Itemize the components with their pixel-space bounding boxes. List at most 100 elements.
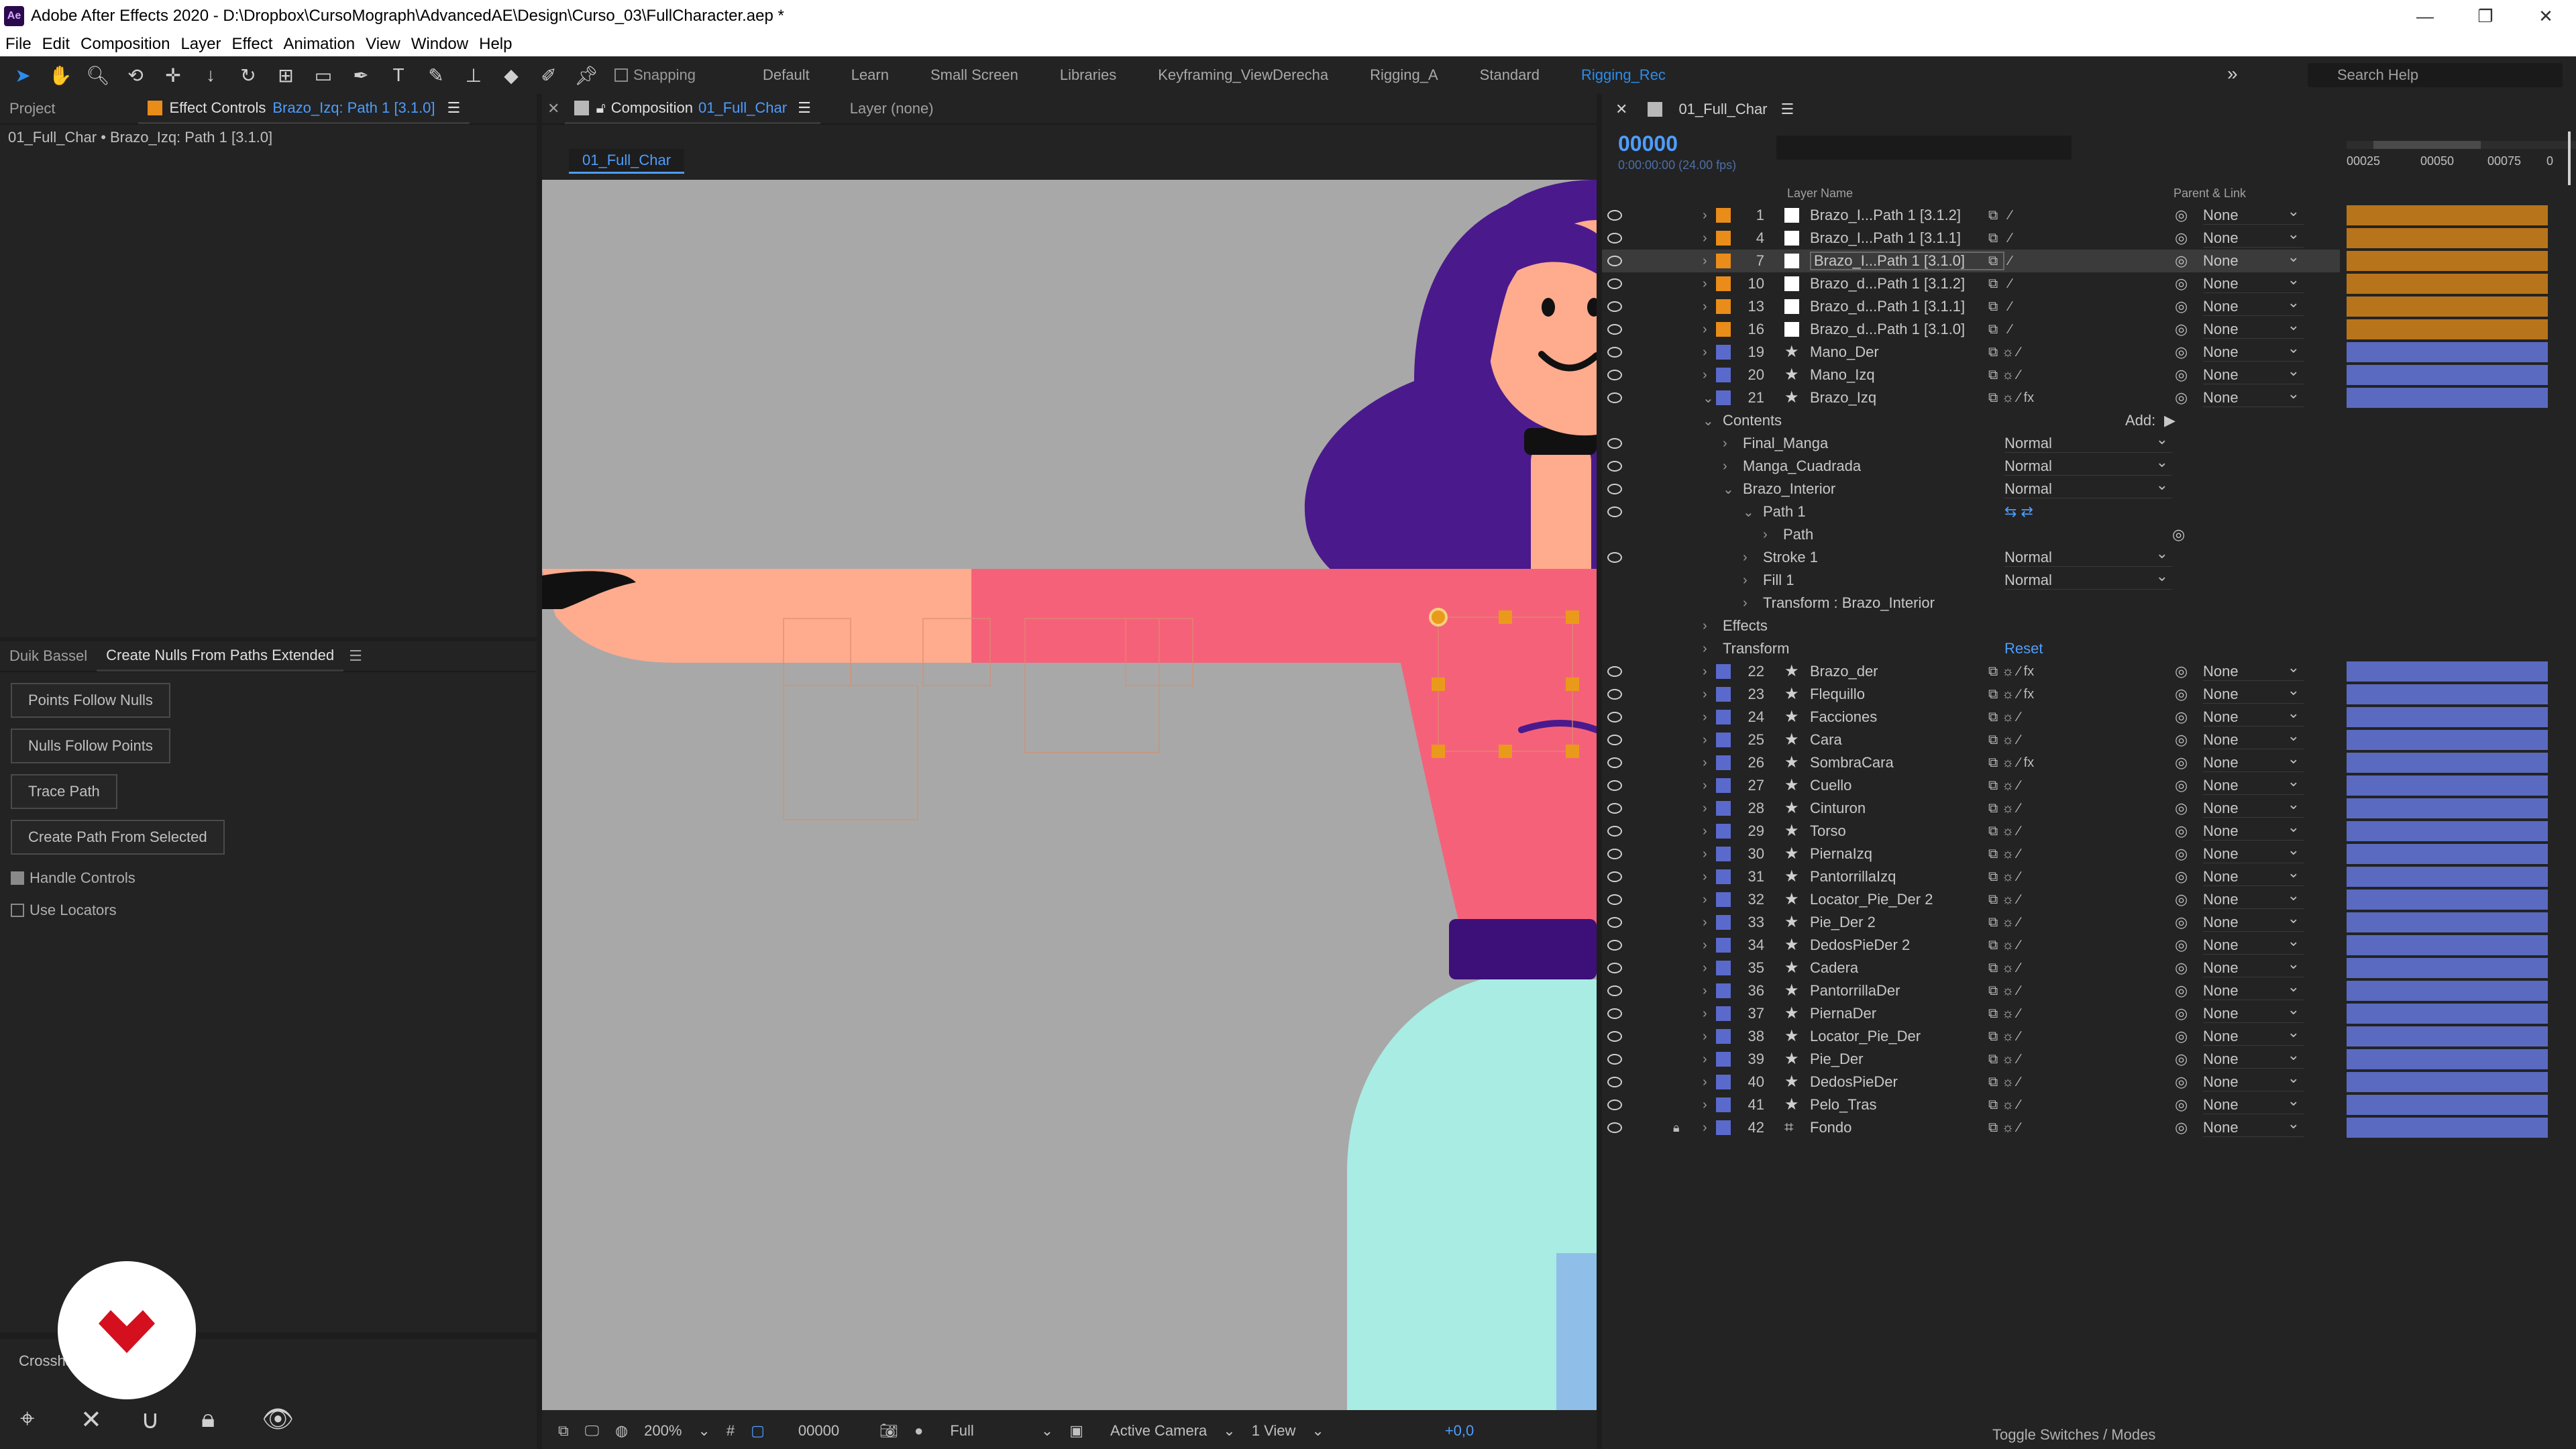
- visibility-eye-icon[interactable]: [1607, 256, 1622, 266]
- label-color-swatch[interactable]: [1716, 322, 1731, 337]
- use-locators-option[interactable]: Use Locators: [11, 902, 537, 919]
- handle-controls-checkbox[interactable]: [11, 871, 24, 885]
- layer-row[interactable]: › 37 ★ PiernaDer ⧉ ☼ ∕ ◎ None: [1602, 1000, 2548, 1025]
- minimize-button[interactable]: —: [2395, 0, 2455, 32]
- points-follow-nulls-button[interactable]: Points Follow Nulls: [11, 683, 170, 718]
- parent-select[interactable]: None: [2203, 384, 2304, 407]
- chevron-right-icon[interactable]: ›: [1703, 983, 1707, 999]
- layer-name[interactable]: Cinturon: [1810, 800, 2004, 817]
- layer-duration-bar[interactable]: [2347, 274, 2548, 294]
- layer-duration-bar[interactable]: [2347, 912, 2548, 932]
- crosshair-icon[interactable]: ⌖: [20, 1405, 80, 1435]
- visibility-eye-icon[interactable]: [1607, 985, 1622, 996]
- layer-duration-bar[interactable]: [2347, 798, 2548, 818]
- layer-duration-bar[interactable]: [2347, 958, 2548, 978]
- layer-duration-bar[interactable]: [2347, 753, 2548, 773]
- layer-duration-bar[interactable]: [2347, 1004, 2548, 1024]
- add-content-icon[interactable]: ▶: [2164, 412, 2176, 429]
- layer-row[interactable]: › 41 ★ Pelo_Tras ⧉ ☼ ∕ ◎ None: [1602, 1091, 2548, 1116]
- layer-row[interactable]: 🔒︎ › 42 ⌗ Fondo ⧉ ☼ ∕ ◎ None: [1602, 1114, 2548, 1139]
- panel-menu-icon[interactable]: ☰: [798, 99, 811, 117]
- layer-duration-bar[interactable]: [2347, 319, 2548, 339]
- shape-group-row[interactable]: › Manga_Cuadrada Normal: [1602, 453, 2340, 478]
- pick-whip-icon[interactable]: ◎: [2175, 389, 2188, 407]
- path-group-row[interactable]: ⌄ Path 1 ⇆ ⇄: [1602, 500, 2340, 523]
- layer-duration-bar[interactable]: [2347, 844, 2548, 864]
- menu-animation[interactable]: Animation: [278, 35, 360, 54]
- visibility-eye-icon[interactable]: [1607, 871, 1622, 882]
- pick-whip-icon[interactable]: ◎: [2175, 207, 2188, 224]
- selection-tool-icon[interactable]: ➤: [8, 60, 38, 90]
- label-color-swatch[interactable]: [1716, 710, 1731, 724]
- layer-row[interactable]: › 36 ★ PantorrillaDer ⧉ ☼ ∕ ◎ None: [1602, 977, 2548, 1002]
- layer-switches[interactable]: ⧉ ☼ ∕: [1988, 961, 2020, 976]
- layer-switches[interactable]: ⧉ ☼ ∕: [1988, 1006, 2020, 1022]
- tab-composition[interactable]: 🔓︎ Composition 01_Full_Char ☰: [565, 93, 820, 124]
- layer-duration-bar[interactable]: [2347, 730, 2548, 750]
- chevron-right-icon[interactable]: ›: [1703, 299, 1707, 315]
- visibility-eye-icon[interactable]: [1607, 461, 1622, 472]
- pick-whip-icon[interactable]: ◎: [2175, 800, 2188, 817]
- chevron-right-icon[interactable]: ›: [1703, 664, 1707, 680]
- layer-name[interactable]: Flequillo: [1810, 686, 2004, 703]
- chevron-right-icon[interactable]: ›: [1703, 641, 1707, 657]
- property-name[interactable]: Effects: [1723, 617, 1768, 635]
- layer-row[interactable]: › 10 Brazo_d...Path 1 [3.1.2] ⧉ ∕ ◎ None: [1602, 270, 2548, 295]
- chevron-right-icon[interactable]: ›: [1723, 436, 1727, 451]
- workspace-small-screen[interactable]: Small Screen: [930, 66, 1018, 84]
- layer-switches[interactable]: ⧉ ☼ ∕: [1988, 801, 2020, 816]
- visibility-eye-icon[interactable]: [1607, 1008, 1622, 1019]
- lock-icon[interactable]: 🔒︎: [1673, 1121, 1680, 1135]
- property-name[interactable]: Path 1: [1763, 503, 1806, 521]
- layer-name[interactable]: Pelo_Tras: [1810, 1096, 2004, 1114]
- resolution-select[interactable]: Full: [950, 1422, 973, 1440]
- visibility-eye-icon[interactable]: [1607, 392, 1622, 403]
- pick-whip-icon[interactable]: ◎: [2175, 343, 2188, 361]
- label-color-swatch[interactable]: [1716, 299, 1731, 314]
- pick-whip-icon[interactable]: ◎: [2175, 366, 2188, 384]
- label-color-swatch[interactable]: [1716, 755, 1731, 770]
- parent-select[interactable]: None: [2203, 795, 2304, 818]
- workspace-learn[interactable]: Learn: [851, 66, 889, 84]
- layer-switches[interactable]: ⧉ ∕: [1988, 231, 2011, 246]
- view-layout-select[interactable]: 1 View: [1252, 1422, 1296, 1440]
- composition-viewer[interactable]: [542, 180, 1597, 1410]
- layer-name[interactable]: Mano_Izq: [1810, 366, 2004, 384]
- pen-tool-icon[interactable]: ✒: [346, 60, 376, 90]
- chevron-right-icon[interactable]: ›: [1703, 755, 1707, 771]
- chevron-right-icon[interactable]: ›: [1703, 1075, 1707, 1090]
- layer-switches[interactable]: ⧉ ☼ ∕: [1988, 778, 2020, 794]
- pan-behind-tool-icon[interactable]: ⊞: [271, 60, 301, 90]
- chevron-right-icon[interactable]: ›: [1743, 596, 1748, 611]
- label-color-swatch[interactable]: [1716, 208, 1731, 223]
- layer-switches[interactable]: ⧉ ☼ ∕: [1988, 1097, 2020, 1113]
- display-icon[interactable]: 🖵︎: [585, 1422, 599, 1440]
- pick-whip-icon[interactable]: ◎: [2172, 526, 2185, 543]
- exposure-value[interactable]: +0,0: [1445, 1422, 1474, 1440]
- parent-select[interactable]: None: [2203, 909, 2304, 932]
- tab-timeline[interactable]: 01_Full_Char: [1678, 101, 1767, 118]
- label-color-swatch[interactable]: [1716, 915, 1731, 930]
- pick-whip-icon[interactable]: ◎: [2175, 982, 2188, 1000]
- region-icon[interactable]: ▢: [751, 1422, 765, 1440]
- layer-duration-bar[interactable]: [2347, 821, 2548, 841]
- parent-select[interactable]: None: [2203, 977, 2304, 1000]
- label-color-swatch[interactable]: [1716, 869, 1731, 884]
- layer-duration-bar[interactable]: [2347, 205, 2548, 225]
- layer-name[interactable]: Brazo_d...Path 1 [3.1.0]: [1810, 321, 2004, 338]
- tab-duik-bassel[interactable]: Duik Bassel: [0, 641, 97, 672]
- layer-row[interactable]: › 28 ★ Cinturon ⧉ ☼ ∕ ◎ None: [1602, 795, 2548, 820]
- chevron-right-icon[interactable]: ›: [1703, 368, 1707, 383]
- pick-whip-icon[interactable]: ◎: [2175, 663, 2188, 680]
- menu-composition[interactable]: Composition: [75, 35, 175, 54]
- brush-tool-icon[interactable]: ✎: [421, 60, 451, 90]
- layer-name[interactable]: Brazo_I...Path 1 [3.1.0]: [1810, 252, 2004, 270]
- chevron-right-icon[interactable]: ›: [1703, 778, 1707, 794]
- layer-row[interactable]: › 1 Brazo_I...Path 1 [3.1.2] ⧉ ∕ ◎ None: [1602, 202, 2548, 227]
- pick-whip-icon[interactable]: ◎: [2175, 708, 2188, 726]
- parent-select[interactable]: None: [2203, 818, 2304, 841]
- path-property-row[interactable]: › Path ◎: [1602, 523, 2340, 546]
- layer-name[interactable]: Cuello: [1810, 777, 2004, 794]
- roto-brush-tool-icon[interactable]: ✐: [534, 60, 564, 90]
- layer-name[interactable]: Pie_Der 2: [1810, 914, 2004, 931]
